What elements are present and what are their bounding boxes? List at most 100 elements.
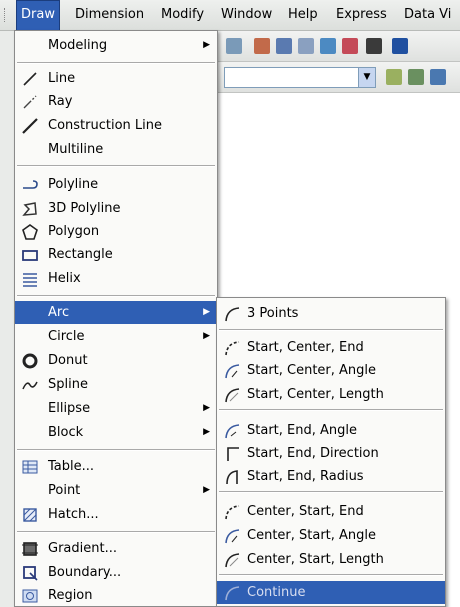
menu-item-arc-3-points[interactable]: 3 Points (217, 302, 445, 325)
submenu-arrow-icon: ▶ (203, 403, 210, 413)
menu-item-line[interactable]: Line (15, 67, 217, 90)
arc-sea-icon (225, 424, 240, 439)
helix-icon (23, 273, 37, 287)
menu-item-modeling[interactable]: Modeling ▶ (15, 34, 217, 57)
submenu-arrow-icon: ▶ (203, 307, 210, 317)
tool-palettes-icon[interactable] (298, 38, 314, 54)
menu-separator (219, 574, 443, 576)
menu-item-arc-center-start-end[interactable]: Center, Start, End (217, 500, 445, 523)
spline-icon (22, 381, 38, 390)
menu-item-label: Start, End, Angle (247, 423, 357, 438)
layer-dropdown[interactable]: ▼ (224, 67, 376, 88)
layer-states-icon[interactable] (408, 69, 424, 85)
menu-draw[interactable]: Draw (16, 0, 60, 32)
menu-item-arc-start-end-radius[interactable]: Start, End, Radius (217, 465, 445, 488)
boundary-icon (23, 566, 38, 581)
arc-sce-icon (225, 341, 240, 356)
menu-separator (219, 329, 443, 331)
menu-item-block[interactable]: Block ▶ (15, 421, 217, 444)
menu-item-label: Modeling (48, 38, 108, 53)
rectangle-icon (22, 250, 38, 261)
3d-polyline-icon (22, 202, 37, 216)
menu-item-arc-start-end-angle[interactable]: Start, End, Angle (217, 419, 445, 442)
layer-isolate-icon[interactable] (430, 69, 446, 85)
menu-window[interactable]: Window (217, 0, 276, 30)
menu-data-view[interactable]: Data Vi (400, 0, 455, 30)
arc-sed-icon (227, 447, 239, 461)
menu-item-hatch[interactable]: Hatch... (15, 503, 217, 526)
menu-item-arc-start-center-length[interactable]: Start, Center, Length (217, 383, 445, 406)
menu-item-3d-polyline[interactable]: 3D Polyline (15, 197, 217, 220)
menu-item-construction-line[interactable]: Construction Line (15, 114, 217, 137)
submenu-arrow-icon: ▶ (203, 331, 210, 341)
zoom-icon[interactable] (226, 38, 242, 54)
markup-icon[interactable] (342, 38, 358, 54)
menu-item-rectangle[interactable]: Rectangle (15, 243, 217, 266)
menu-item-polyline[interactable]: Polyline (15, 173, 217, 196)
menu-item-label: Center, Start, End (247, 504, 364, 519)
standard-toolbar (218, 31, 460, 62)
arc-continue-icon (225, 586, 240, 601)
menu-dimension[interactable]: Dimension (71, 0, 148, 30)
region-icon (22, 589, 38, 603)
menu-item-label: Center, Start, Angle (247, 528, 377, 543)
design-center-icon[interactable] (276, 38, 292, 54)
menu-item-label: Start, Center, Length (247, 387, 384, 402)
help-icon[interactable] (392, 38, 408, 54)
arc-ser-icon (226, 470, 238, 485)
menu-item-label: Hatch... (48, 507, 99, 522)
arc-csa-icon (225, 529, 240, 544)
menu-item-arc-start-end-direction[interactable]: Start, End, Direction (217, 442, 445, 465)
menu-item-label: Arc (48, 305, 70, 320)
menu-separator (17, 62, 215, 64)
submenu-arrow-icon: ▶ (203, 485, 210, 495)
menu-item-point[interactable]: Point ▶ (15, 479, 217, 502)
menu-item-label: Point (48, 483, 81, 498)
properties-icon[interactable] (254, 38, 270, 54)
menu-item-label: Ellipse (48, 401, 91, 416)
menu-item-spline[interactable]: Spline (15, 373, 217, 396)
gradient-icon (22, 542, 38, 556)
menu-item-label: Start, Center, Angle (247, 363, 377, 378)
donut-icon (22, 353, 38, 369)
menu-item-label: Gradient... (48, 541, 117, 556)
menu-item-arc-start-center-angle[interactable]: Start, Center, Angle (217, 359, 445, 382)
menu-item-arc[interactable]: Arc ▶ (15, 301, 217, 324)
menu-item-polygon[interactable]: Polygon (15, 220, 217, 243)
menu-item-label: Polygon (48, 224, 100, 239)
menu-item-region[interactable]: Region (15, 584, 217, 607)
menu-express[interactable]: Express (332, 0, 391, 30)
menu-item-arc-continue[interactable]: Continue (217, 581, 445, 604)
menu-item-arc-center-start-angle[interactable]: Center, Start, Angle (217, 524, 445, 547)
construction-line-icon (22, 118, 38, 134)
sheet-set-icon[interactable] (320, 38, 336, 54)
menu-item-label: Start, Center, End (247, 340, 364, 355)
line-icon (23, 72, 37, 86)
table-icon (22, 460, 38, 474)
chevron-down-icon[interactable]: ▼ (358, 68, 375, 87)
layer-previous-icon[interactable] (386, 69, 402, 85)
menu-item-label: 3D Polyline (48, 201, 121, 216)
menu-item-table[interactable]: Table... (15, 455, 217, 478)
submenu-arrow-icon: ▶ (203, 427, 210, 437)
arc-3points-icon (225, 307, 240, 322)
arc-csl-icon (225, 553, 240, 568)
menu-item-ray[interactable]: Ray (15, 90, 217, 113)
menu-modify[interactable]: Modify (157, 0, 208, 30)
menu-item-gradient[interactable]: Gradient... (15, 537, 217, 560)
menu-item-arc-center-start-length[interactable]: Center, Start, Length (217, 548, 445, 571)
menu-item-circle[interactable]: Circle ▶ (15, 325, 217, 348)
menu-item-label: Circle (48, 329, 85, 344)
menu-item-multiline[interactable]: Multiline (15, 138, 217, 161)
menu-separator (219, 409, 443, 411)
menu-item-ellipse[interactable]: Ellipse ▶ (15, 397, 217, 420)
menu-item-label: Continue (247, 585, 306, 600)
menu-item-donut[interactable]: Donut (15, 349, 217, 372)
menu-item-label: Rectangle (48, 247, 113, 262)
menu-separator (17, 165, 215, 167)
menu-item-helix[interactable]: Helix (15, 267, 217, 290)
menu-item-arc-start-center-end[interactable]: Start, Center, End (217, 336, 445, 359)
menu-item-boundary[interactable]: Boundary... (15, 561, 217, 584)
calculator-icon[interactable] (366, 38, 382, 54)
menu-help[interactable]: Help (284, 0, 322, 30)
